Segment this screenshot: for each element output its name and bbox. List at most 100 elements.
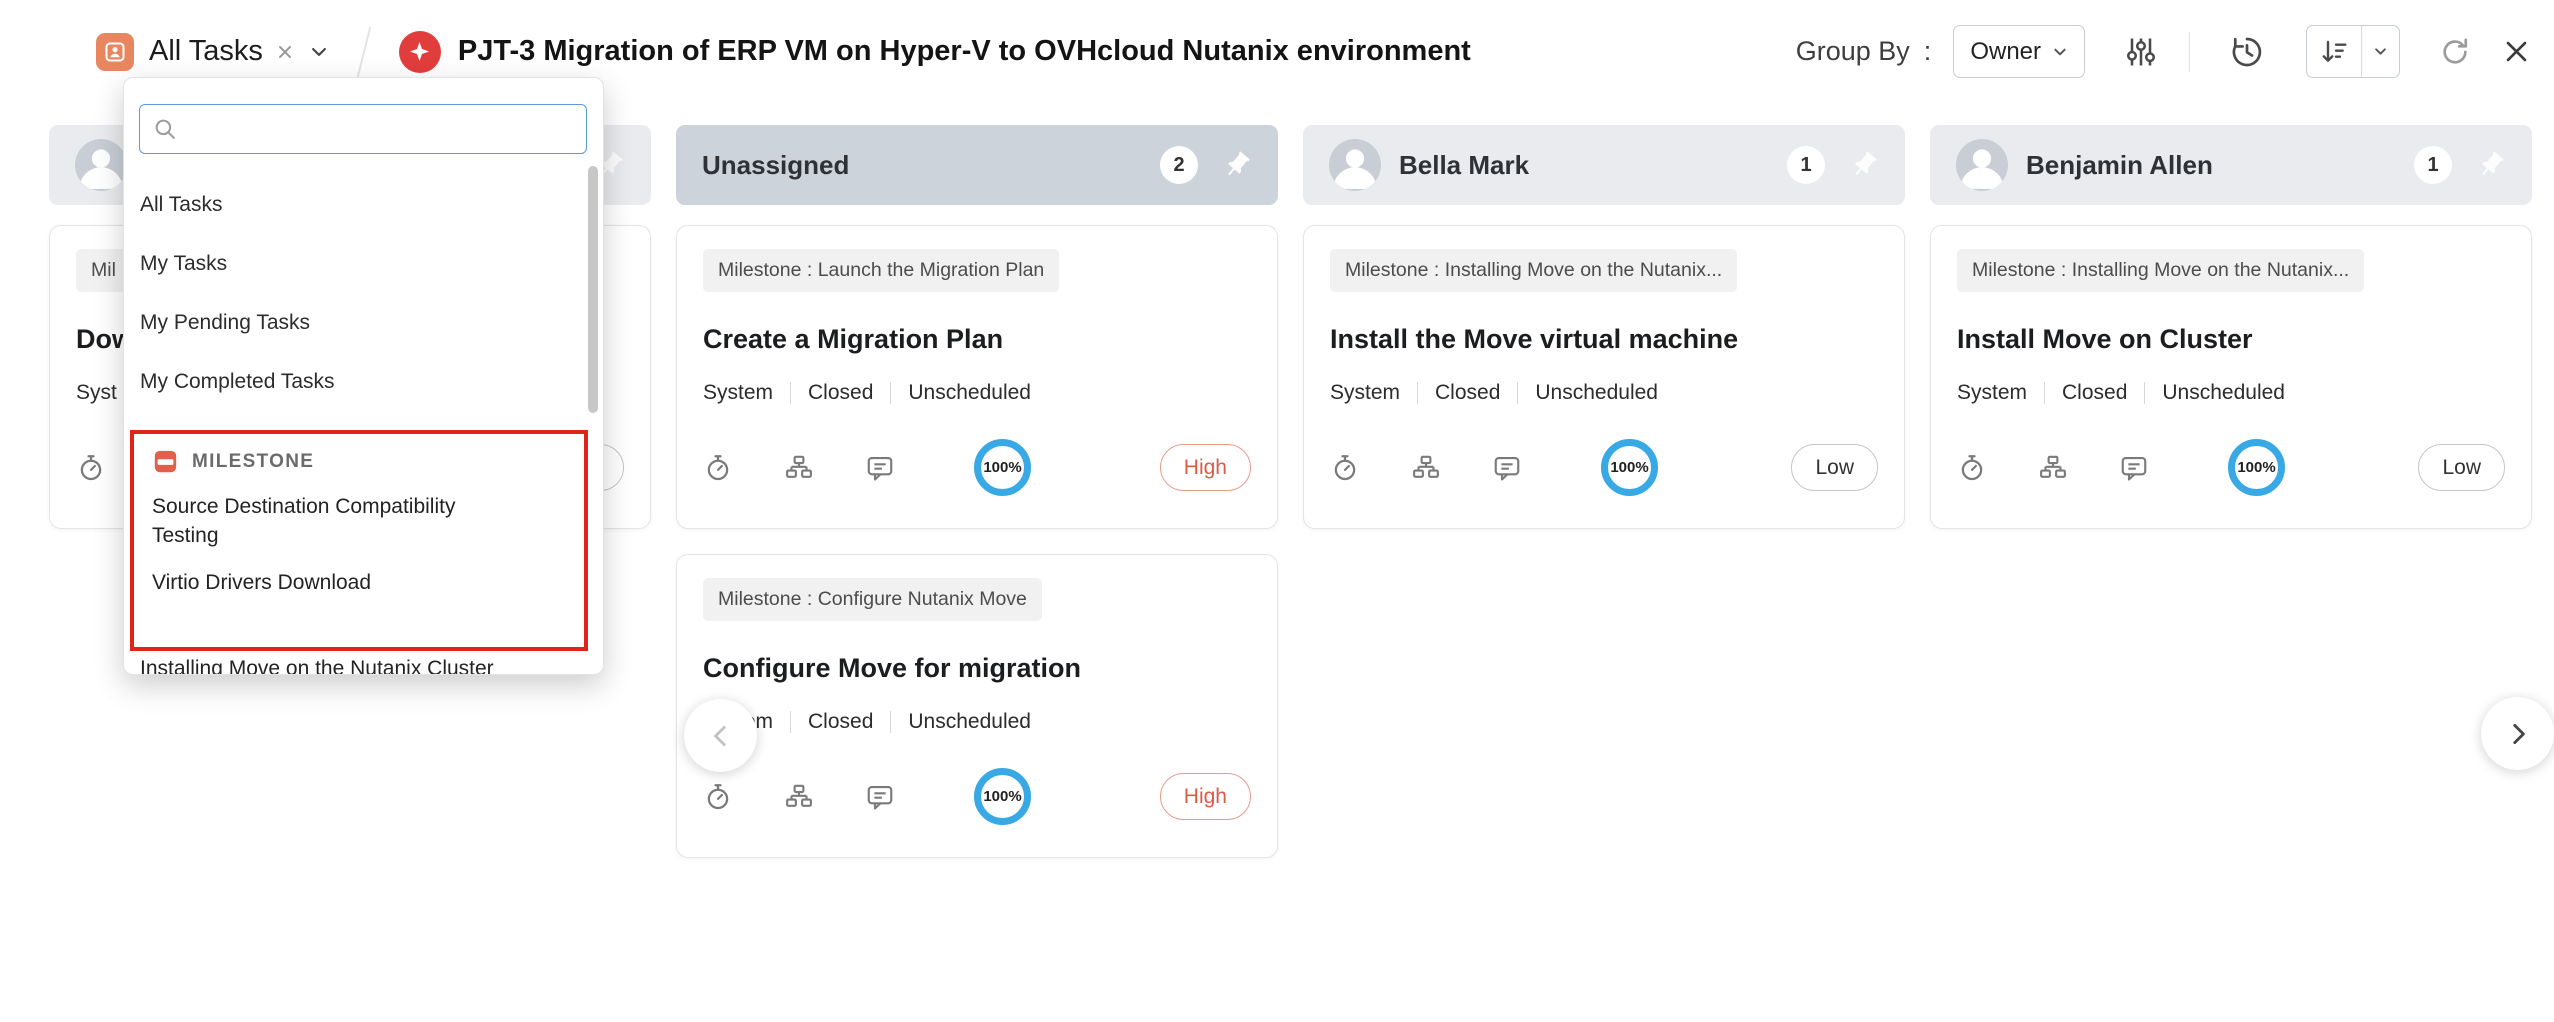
group-by-label: Group By <box>1796 36 1910 67</box>
task-title: Install Move on Cluster <box>1957 324 2505 355</box>
project-icon <box>399 31 441 73</box>
task-meta-item: Closed <box>2062 381 2127 405</box>
dropdown-scrollbar[interactable] <box>588 166 598 413</box>
search-input[interactable] <box>188 116 574 142</box>
milestone-section-title: MILESTONE <box>192 451 314 473</box>
task-meta-item: Unscheduled <box>908 710 1031 734</box>
subtasks-icon[interactable] <box>784 782 814 812</box>
tasks-view-icon <box>96 33 134 71</box>
pin-icon[interactable] <box>2476 150 2506 180</box>
column-header: Benjamin Allen 1 <box>1930 125 2532 205</box>
chevron-down-icon <box>2052 44 2068 60</box>
progress-ring: 100% <box>974 768 1031 825</box>
timer-icon[interactable] <box>1957 453 1987 483</box>
column-name: Benjamin Allen <box>2026 150 2213 181</box>
progress-ring: 100% <box>2228 439 2285 496</box>
task-title: Configure Move for migration <box>703 653 1251 684</box>
task-card[interactable]: Milestone : Installing Move on the Nutan… <box>1930 225 2532 529</box>
task-meta-item: Closed <box>808 710 873 734</box>
pin-icon[interactable] <box>1222 150 1252 180</box>
progress-ring: 100% <box>974 439 1031 496</box>
topbar-vertical-divider <box>2189 32 2190 72</box>
group-by-value: Owner <box>1970 38 2041 66</box>
sort-control <box>2306 25 2400 78</box>
comments-icon[interactable] <box>1492 453 1522 483</box>
milestone-tag: Milestone : Configure Nutanix Move <box>703 578 1042 621</box>
pin-icon[interactable] <box>1849 150 1879 180</box>
task-meta-item: Unscheduled <box>908 381 1031 405</box>
dropdown-list: All Tasks My Tasks My Pending Tasks My C… <box>124 175 603 411</box>
project-title: PJT-3 Migration of ERP VM on Hyper-V to … <box>458 35 1471 68</box>
task-meta-item: Closed <box>808 381 873 405</box>
sort-chevron-down-icon[interactable] <box>2361 26 2399 77</box>
column-name: Unassigned <box>702 150 849 181</box>
task-meta-item: System <box>1330 381 1400 405</box>
dropdown-item-my-tasks[interactable]: My Tasks <box>124 234 603 293</box>
scroll-left-button[interactable] <box>684 699 757 772</box>
milestone-tag: Milestone : Installing Move on the Nutan… <box>1957 249 2364 292</box>
avatar <box>75 139 127 191</box>
view-selector-label[interactable]: All Tasks <box>149 35 263 68</box>
task-card[interactable]: Milestone : Configure Nutanix Move Confi… <box>676 554 1278 858</box>
subtasks-icon[interactable] <box>1411 453 1441 483</box>
milestone-section-highlight: MILESTONE Source Destination Compatibili… <box>130 430 588 651</box>
task-count-badge: 1 <box>1787 146 1825 184</box>
task-meta-item: Unscheduled <box>1535 381 1658 405</box>
search-icon <box>152 116 178 142</box>
history-icon[interactable] <box>2228 33 2266 71</box>
filter-icon[interactable] <box>2123 34 2159 70</box>
avatar <box>1956 139 2008 191</box>
subtasks-icon[interactable] <box>784 453 814 483</box>
task-title: Create a Migration Plan <box>703 324 1251 355</box>
column-header: Bella Mark 1 <box>1303 125 1905 205</box>
task-meta-item: System <box>1957 381 2027 405</box>
task-card[interactable]: Milestone : Launch the Migration Plan Cr… <box>676 225 1278 529</box>
view-chevron-down-icon[interactable] <box>309 42 329 62</box>
board-column-bella-mark: Bella Mark 1 Milestone : Installing Move… <box>1303 125 1905 858</box>
refresh-icon[interactable] <box>2438 35 2472 69</box>
dropdown-item-all-tasks[interactable]: All Tasks <box>124 175 603 234</box>
dropdown-item-my-pending-tasks[interactable]: My Pending Tasks <box>124 293 603 352</box>
column-name: Bella Mark <box>1399 150 1529 181</box>
dropdown-item-my-completed-tasks[interactable]: My Completed Tasks <box>124 352 603 411</box>
comments-icon[interactable] <box>865 453 895 483</box>
priority-badge: High <box>1160 444 1251 491</box>
column-header: Unassigned 2 <box>676 125 1278 205</box>
task-count-badge: 1 <box>2414 146 2452 184</box>
milestone-tag: Milestone : Launch the Migration Plan <box>703 249 1059 292</box>
milestone-item[interactable]: Virtio Drivers Download <box>152 569 566 598</box>
task-meta-item: Closed <box>1435 381 1500 405</box>
subtasks-icon[interactable] <box>2038 453 2068 483</box>
task-meta-item: Syst <box>76 381 117 405</box>
priority-badge: Low <box>1791 444 1878 491</box>
comments-icon[interactable] <box>2119 453 2149 483</box>
sort-icon[interactable] <box>2307 26 2361 77</box>
progress-ring: 100% <box>1601 439 1658 496</box>
task-card[interactable]: Milestone : Installing Move on the Nutan… <box>1303 225 1905 529</box>
topbar-divider <box>357 26 372 77</box>
view-clear-icon[interactable] <box>275 42 295 62</box>
board-column-benjamin-allen: Benjamin Allen 1 Milestone : Installing … <box>1930 125 2532 858</box>
group-by-colon: : <box>1924 36 1932 67</box>
comments-icon[interactable] <box>865 782 895 812</box>
task-filter-dropdown: All Tasks My Tasks My Pending Tasks My C… <box>123 77 604 675</box>
priority-badge: Low <box>2418 444 2505 491</box>
milestone-item-clipped[interactable]: Installing Move on the Nutanix Cluster <box>140 657 494 675</box>
milestone-item[interactable]: Source Destination Compatibility Testing <box>152 493 512 551</box>
dropdown-search[interactable] <box>139 104 587 154</box>
scroll-right-button[interactable] <box>2481 697 2554 770</box>
board-column-unassigned: Unassigned 2 Milestone : Launch the Migr… <box>676 125 1278 858</box>
task-meta-item: System <box>703 381 773 405</box>
milestone-icon <box>152 448 179 475</box>
task-meta-item: Unscheduled <box>2162 381 2285 405</box>
priority-badge: High <box>1160 773 1251 820</box>
milestone-tag: Milestone : Installing Move on the Nutan… <box>1330 249 1737 292</box>
task-count-badge: 2 <box>1160 146 1198 184</box>
timer-icon[interactable] <box>1330 453 1360 483</box>
timer-icon[interactable] <box>703 782 733 812</box>
timer-icon[interactable] <box>703 453 733 483</box>
timer-icon[interactable] <box>76 453 106 483</box>
close-icon[interactable] <box>2502 37 2531 66</box>
group-by-owner-dropdown[interactable]: Owner <box>1953 25 2085 78</box>
task-title: Install the Move virtual machine <box>1330 324 1878 355</box>
